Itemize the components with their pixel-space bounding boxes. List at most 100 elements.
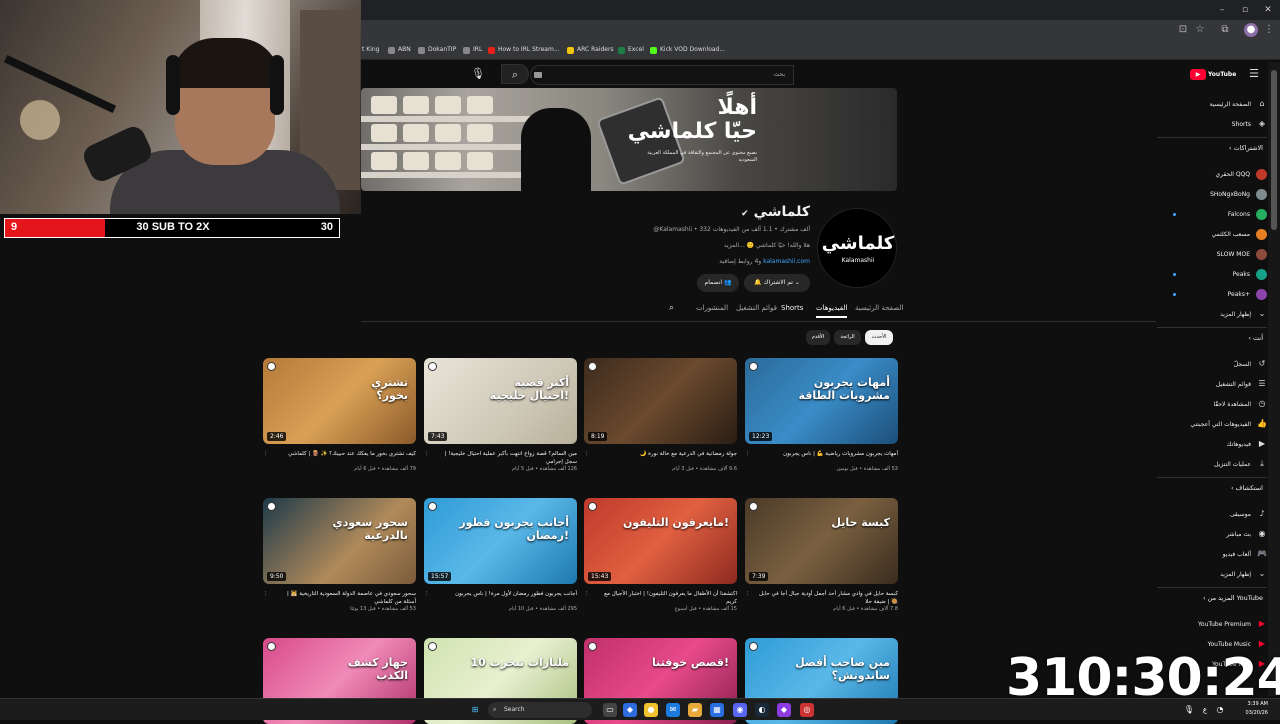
channel-search-icon[interactable]: ⌕: [669, 303, 674, 313]
sidebar-item-you[interactable]: السجلّ ↺: [1157, 354, 1267, 374]
bookmark-item[interactable]: ARC Raiders: [567, 43, 614, 57]
profile-avatar[interactable]: ●: [1244, 23, 1258, 37]
tab-playlists[interactable]: قوائم التشغيل: [736, 304, 777, 312]
channel-description[interactable]: هلا والله! حيّا كلماشي 🙂 ...المزيد: [724, 242, 810, 249]
video-card[interactable]: أجانب يجربون فطور رمضان! 15:57 ⋮ أجانب يجرب…: [424, 498, 577, 613]
more-options-icon[interactable]: ⋮: [745, 450, 751, 458]
subscription-item[interactable]: SLOW MOE: [1157, 244, 1267, 264]
video-title[interactable]: ⋮ أمهات يجربون مشروبات رياضية 💪 | ناس يجر…: [745, 450, 898, 466]
scrollbar-thumb[interactable]: [1271, 70, 1277, 230]
keyboard-icon[interactable]: [534, 72, 542, 78]
subscription-item[interactable]: مسعب الكلثمي: [1157, 224, 1267, 244]
app-icon[interactable]: ◆: [777, 703, 791, 717]
more-options-icon[interactable]: ⋮: [263, 590, 269, 598]
sidebar-item-youtube-product[interactable]: YouTube Premium ▶: [1157, 614, 1267, 634]
video-title[interactable]: ⋮ اكتشفنا أن الأطفال ما يعرفون التليفون! …: [584, 590, 737, 606]
subscription-item[interactable]: الحقري QQQ: [1157, 164, 1267, 184]
video-title[interactable]: ⋮ كبسة حايل في وادي مشار أحد أجمل أودية ج…: [745, 590, 898, 606]
video-title[interactable]: ⋮ أجانب يجربون فطور رمضان لأول مرة! | ناس…: [424, 590, 577, 606]
chip-latest[interactable]: الأحدث: [865, 330, 893, 345]
sidebar-item-explore[interactable]: بث مباشر ◉: [1157, 524, 1267, 544]
show-more-button[interactable]: إظهار المزيد ⌄: [1157, 304, 1267, 324]
sidebar-item-explore[interactable]: موسيقى ♪: [1157, 504, 1267, 524]
minimize-button[interactable]: –: [1212, 2, 1232, 18]
bookmark-item[interactable]: Kick VOD Download...: [650, 43, 725, 57]
search-button[interactable]: ⌕: [501, 64, 529, 84]
bookmark-item[interactable]: ABN: [388, 43, 411, 57]
channel-links[interactable]: kalamashii.com و4 روابط إضافية: [719, 258, 810, 265]
file-explorer-icon[interactable]: ▰: [688, 703, 702, 717]
video-card[interactable]: أكبر قضية احتيال خليجية! 7:43 ⋮ مين السالم؟…: [424, 358, 577, 473]
discord-icon[interactable]: ◉: [733, 703, 747, 717]
extensions-icon[interactable]: ⧉: [1218, 23, 1232, 37]
video-thumbnail[interactable]: أمهات يجربون مشروبات الطاقة 12:23: [745, 358, 898, 444]
chip-oldest[interactable]: الأقدم: [806, 330, 830, 345]
show-more-button[interactable]: إظهار المزيد ⌄: [1157, 564, 1267, 584]
channel-avatar[interactable]: كلماشي Kalamashii: [817, 208, 897, 288]
search-input[interactable]: بحث: [530, 65, 794, 85]
sidebar-item-shorts[interactable]: Shorts ◈: [1157, 114, 1267, 134]
sidebar-item-you[interactable]: قوائم التشغيل ☰: [1157, 374, 1267, 394]
video-card[interactable]: تشتري بخور؟ 2:46 ⋮ كيف تشتري بخور ما يفكك ع…: [263, 358, 416, 473]
sidebar-item-home[interactable]: الصفحة الرئيسية ⌂: [1157, 94, 1267, 114]
video-title[interactable]: ⋮ كيف تشتري بخور ما يفكك عند حبيبك؟ ✨ 🪵 |…: [263, 450, 416, 466]
video-card[interactable]: أمهات يجربون مشروبات الطاقة 12:23 ⋮ أمهات ي…: [745, 358, 898, 473]
wifi-icon[interactable]: ◔: [1213, 703, 1227, 717]
sidebar-item-explore[interactable]: ألعاب فيديو 🎮: [1157, 544, 1267, 564]
copilot-icon[interactable]: ◆: [623, 703, 637, 717]
bookmark-item[interactable]: t King: [362, 43, 379, 57]
video-thumbnail[interactable]: سحور سعودي بالدرعية 9:50: [263, 498, 416, 584]
taskbar-search[interactable]: ⌕ Search: [488, 702, 592, 718]
bookmark-item[interactable]: IRL: [463, 43, 482, 57]
chip-popular[interactable]: الرائجة: [834, 330, 861, 345]
chrome-icon[interactable]: ●: [644, 703, 658, 717]
subscribed-button[interactable]: 🔔 تم الاشتراك ⌄: [744, 274, 810, 292]
bookmark-item[interactable]: DokanTIP: [418, 43, 456, 57]
video-card[interactable]: كبسة حايل 7:39 ⋮ كبسة حايل في وادي مشار أحد…: [745, 498, 898, 613]
video-card[interactable]: سحور سعودي بالدرعية 9:50 ⋮ سحور سعودي في عا…: [263, 498, 416, 613]
obs-icon[interactable]: ◎: [800, 703, 814, 717]
mic-icon[interactable]: 🎙: [1182, 703, 1196, 717]
tab-shorts[interactable]: Shorts: [781, 304, 803, 312]
you-heading[interactable]: ‹ أنت: [1248, 334, 1263, 342]
mail-icon[interactable]: ✉: [666, 703, 680, 717]
video-thumbnail[interactable]: مايعرفون التليفون! 15:43: [584, 498, 737, 584]
explore-heading[interactable]: ‹ استكشاف: [1231, 484, 1263, 492]
video-title[interactable]: ⋮ جولة رمضانية في الدرعية مع خالة نورة 🌙: [584, 450, 737, 466]
voice-search-icon[interactable]: 🎙: [468, 64, 488, 84]
video-thumbnail[interactable]: تشتري بخور؟ 2:46: [263, 358, 416, 444]
sidebar-item-you[interactable]: المشاهدة لاحقًا ◷: [1157, 394, 1267, 414]
restore-button[interactable]: ▫: [1235, 2, 1255, 18]
store-icon[interactable]: ▦: [710, 703, 724, 717]
menu-icon[interactable]: ⋮: [1262, 23, 1276, 37]
windows-start-icon[interactable]: ⊞: [468, 703, 482, 717]
subscriptions-heading[interactable]: ‹ الاشتراكات: [1229, 144, 1263, 152]
video-thumbnail[interactable]: أجانب يجربون فطور رمضان! 15:57: [424, 498, 577, 584]
sidebar-item-you[interactable]: فيديوهاتك ▶: [1157, 434, 1267, 454]
more-from-youtube-heading[interactable]: ‹ المزيد من YouTube: [1203, 594, 1263, 602]
more-options-icon[interactable]: ⋮: [263, 450, 269, 458]
bookmark-item[interactable]: Excel: [618, 43, 644, 57]
star-icon[interactable]: ☆: [1193, 23, 1207, 37]
video-title[interactable]: ⋮ سحور سعودي في عاصمة الدولة السعودية الت…: [263, 590, 416, 606]
task-view-icon[interactable]: ▭: [603, 703, 617, 717]
bookmark-item[interactable]: How to IRL Stream...: [488, 43, 560, 57]
video-card[interactable]: مايعرفون التليفون! 15:43 ⋮ اكتشفنا أن الأطف…: [584, 498, 737, 613]
video-thumbnail[interactable]: أكبر قضية احتيال خليجية! 7:43: [424, 358, 577, 444]
more-options-icon[interactable]: ⋮: [584, 590, 590, 598]
close-button[interactable]: ✕: [1258, 2, 1278, 18]
more-options-icon[interactable]: ⋮: [745, 590, 751, 598]
video-card[interactable]: 8:19 ⋮ جولة رمضانية في الدرعية مع خالة نور…: [584, 358, 737, 473]
video-title[interactable]: ⋮ مين السالم؟ قصة زواج انتهت بأكبر عملية …: [424, 450, 577, 466]
guide-menu-icon[interactable]: ☰: [1244, 64, 1264, 84]
system-clock[interactable]: 3:39 AM 03/20/26: [1246, 700, 1268, 718]
tab-home[interactable]: الصفحة الرئيسية: [855, 304, 903, 312]
join-button[interactable]: انضمام 👥: [697, 274, 739, 292]
install-icon[interactable]: ⊡: [1176, 23, 1190, 37]
video-thumbnail[interactable]: 8:19: [584, 358, 737, 444]
tab-posts[interactable]: المنشورات: [696, 304, 728, 312]
more-options-icon[interactable]: ⋮: [584, 450, 590, 458]
subscription-item[interactable]: SHoNgxBoNg: [1157, 184, 1267, 204]
sidebar-item-you[interactable]: الفيديوهات التي أعجبتني 👍: [1157, 414, 1267, 434]
more-options-icon[interactable]: ⋮: [424, 450, 430, 458]
